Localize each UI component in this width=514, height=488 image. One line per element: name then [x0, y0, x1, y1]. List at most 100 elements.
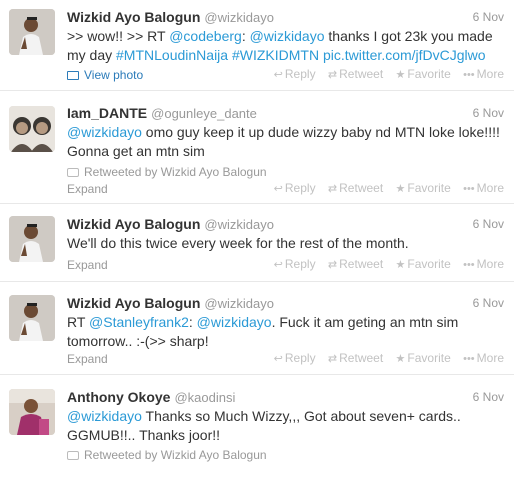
- reply-label: Reply: [284, 351, 316, 365]
- hashtag-link[interactable]: #WIZKIDMTN: [232, 47, 319, 63]
- avatar[interactable]: [9, 389, 55, 435]
- text-fragment: RT: [67, 314, 90, 330]
- tweet-text: @wizkidayo Thanks so Much Wizzy,,, Got a…: [67, 407, 504, 445]
- retweet-icon: ⇄: [327, 69, 338, 81]
- mention-link[interactable]: @wizkidayo: [67, 408, 142, 424]
- tweet-actions: ↩ Reply ⇄ Retweet ★ Favorite ••• More: [265, 257, 504, 271]
- tweet-actions: ↩ Reply ⇄ Retweet ★ Favorite ••• More: [265, 67, 504, 81]
- retweeted-by-label: Retweeted by Wizkid Ayo Balogun: [84, 165, 267, 179]
- star-icon: ★: [395, 353, 406, 365]
- avatar[interactable]: [9, 216, 55, 262]
- text-fragment: :: [241, 28, 250, 44]
- photo-icon: [67, 71, 79, 80]
- tweet[interactable]: Iam_DANTE @ogunleye_dante 6 Nov @wizkiday…: [0, 92, 514, 204]
- more-icon: •••: [463, 183, 475, 195]
- retweeted-by-label: Retweeted by Wizkid Ayo Balogun: [84, 448, 267, 462]
- tweet-timestamp[interactable]: 6 Nov: [473, 10, 504, 24]
- reply-button[interactable]: ↩ Reply: [274, 351, 316, 365]
- more-button[interactable]: ••• More: [463, 257, 504, 271]
- avatar[interactable]: [9, 295, 55, 341]
- star-icon: ★: [395, 183, 406, 195]
- mention-link[interactable]: @wizkidayo: [197, 314, 272, 330]
- expand-label: Expand: [67, 352, 108, 366]
- tweet-text: >> wow!! >> RT @codeberg: @wizkidayo tha…: [67, 27, 504, 65]
- reply-icon: ↩: [273, 259, 283, 271]
- favorite-button[interactable]: ★ Favorite: [396, 351, 451, 365]
- retweet-button[interactable]: ⇄ Retweet: [328, 351, 383, 365]
- mention-link[interactable]: @Stanleyfrank2: [89, 314, 189, 330]
- expand-link[interactable]: Expand: [67, 258, 108, 272]
- reply-label: Reply: [284, 181, 316, 195]
- view-photo-link[interactable]: View photo: [67, 68, 143, 82]
- retweet-icon: ⇄: [327, 183, 338, 195]
- text-fragment: :: [188, 314, 197, 330]
- tweet-actions: ↩ Reply ⇄ Retweet ★ Favorite ••• More: [265, 351, 504, 365]
- mention-link[interactable]: @wizkidayo: [67, 124, 142, 140]
- tweet-fullname[interactable]: Anthony Okoye: [67, 389, 170, 405]
- mention-link[interactable]: @codeberg: [169, 28, 242, 44]
- favorite-button[interactable]: ★ Favorite: [396, 67, 451, 81]
- retweet-button[interactable]: ⇄ Retweet: [328, 181, 383, 195]
- retweet-label: Retweet: [339, 351, 384, 365]
- favorite-label: Favorite: [407, 351, 451, 365]
- pic-link[interactable]: pic.twitter.com/jfDvCJglwo: [323, 47, 486, 63]
- reply-icon: ↩: [273, 69, 283, 81]
- retweeted-by: Retweeted by Wizkid Ayo Balogun: [67, 448, 267, 462]
- tweet-fullname[interactable]: Iam_DANTE: [67, 105, 147, 121]
- star-icon: ★: [395, 259, 406, 271]
- retweet-button[interactable]: ⇄ Retweet: [328, 257, 383, 271]
- tweet-timestamp[interactable]: 6 Nov: [473, 390, 504, 404]
- tweet-timestamp[interactable]: 6 Nov: [473, 106, 504, 120]
- tweet[interactable]: Wizkid Ayo Balogun @wizkidayo 6 Nov RT @S…: [0, 283, 514, 375]
- tweet-timestamp[interactable]: 6 Nov: [473, 217, 504, 231]
- reply-button[interactable]: ↩ Reply: [274, 181, 316, 195]
- reply-label: Reply: [284, 257, 316, 271]
- more-label: More: [476, 257, 504, 271]
- more-button[interactable]: ••• More: [463, 67, 504, 81]
- expand-label: Expand: [67, 182, 108, 196]
- retweet-icon: ⇄: [327, 259, 338, 271]
- tweet[interactable]: Anthony Okoye @kaodinsi 6 Nov @wizkidayo …: [0, 376, 514, 488]
- tweet-fullname[interactable]: Wizkid Ayo Balogun: [67, 9, 200, 25]
- more-button[interactable]: ••• More: [463, 181, 504, 195]
- retweet-icon: [67, 168, 79, 177]
- retweet-button[interactable]: ⇄ Retweet: [328, 67, 383, 81]
- favorite-label: Favorite: [407, 67, 451, 81]
- tweet-fullname[interactable]: Wizkid Ayo Balogun: [67, 216, 200, 232]
- avatar[interactable]: [9, 9, 55, 55]
- view-photo-label: View photo: [84, 68, 144, 82]
- tweet[interactable]: Wizkid Ayo Balogun @wizkidayo 6 Nov >> wo…: [0, 0, 514, 91]
- tweet-text: @wizkidayo omo guy keep it up dude wizzy…: [67, 123, 504, 161]
- mention-link[interactable]: @wizkidayo: [250, 28, 325, 44]
- avatar[interactable]: [9, 106, 55, 152]
- reply-button[interactable]: ↩ Reply: [274, 257, 316, 271]
- more-button[interactable]: ••• More: [463, 351, 504, 365]
- more-icon: •••: [463, 259, 475, 271]
- hashtag-link[interactable]: #MTNLoudinNaija: [116, 47, 228, 63]
- expand-label: Expand: [67, 258, 108, 272]
- text-fragment: We'll do this twice every week for the r…: [67, 235, 409, 251]
- reply-label: Reply: [284, 67, 316, 81]
- tweet-username[interactable]: @wizkidayo: [204, 217, 274, 232]
- tweet-username[interactable]: @wizkidayo: [204, 10, 274, 25]
- retweet-label: Retweet: [339, 67, 384, 81]
- reply-icon: ↩: [273, 183, 283, 195]
- reply-button[interactable]: ↩ Reply: [274, 67, 316, 81]
- retweet-label: Retweet: [339, 257, 384, 271]
- tweet-username[interactable]: @ogunleye_dante: [151, 106, 257, 121]
- more-icon: •••: [463, 353, 475, 365]
- tweet-fullname[interactable]: Wizkid Ayo Balogun: [67, 295, 200, 311]
- expand-link[interactable]: Expand: [67, 352, 108, 366]
- star-icon: ★: [395, 69, 406, 81]
- tweet-username[interactable]: @kaodinsi: [174, 390, 235, 405]
- more-label: More: [476, 181, 504, 195]
- tweet-username[interactable]: @wizkidayo: [204, 296, 274, 311]
- favorite-button[interactable]: ★ Favorite: [396, 181, 451, 195]
- favorite-button[interactable]: ★ Favorite: [396, 257, 451, 271]
- tweet-timestamp[interactable]: 6 Nov: [473, 296, 504, 310]
- reply-icon: ↩: [273, 353, 283, 365]
- tweet[interactable]: Wizkid Ayo Balogun @wizkidayo 6 Nov We'll…: [0, 205, 514, 282]
- more-label: More: [476, 67, 504, 81]
- more-icon: •••: [463, 69, 475, 81]
- expand-link[interactable]: Expand: [67, 182, 108, 196]
